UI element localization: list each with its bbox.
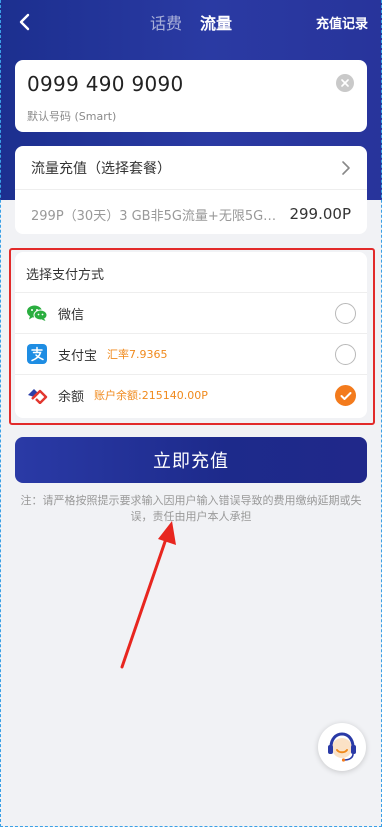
payment-method-title: 选择支付方式 [26, 268, 105, 283]
payment-option-balance[interactable]: 余额 账户余额:215140.00P [15, 374, 367, 415]
checkmark-icon [340, 391, 351, 400]
close-icon [341, 79, 349, 87]
header-bar: 话费 流量 充值记录 [0, 0, 382, 44]
recharge-records-link[interactable]: 充值记录 [316, 13, 368, 32]
radio-button[interactable] [335, 344, 356, 365]
annotation-arrow [120, 521, 176, 669]
payment-option-label: 微信 [58, 307, 85, 323]
account-balance-text: 账户余额:215140.00P [94, 389, 208, 402]
headset-icon [328, 732, 356, 762]
plan-price: 299.00P [289, 205, 351, 223]
phone-number-input[interactable]: 0999 490 9090 [27, 72, 184, 96]
tab-phone-credit[interactable]: 话费 [150, 10, 182, 34]
radio-button-selected[interactable] [335, 385, 356, 406]
payment-method-card: 选择支付方式 微信 支付宝 汇率7.9365 余额 账户余额:215140.00… [15, 252, 367, 418]
phone-number-label: 默认号码 (Smart) [27, 110, 117, 123]
selected-plan[interactable]: 299P（30天）3 GB非5G流量+无限5G… 299.00P [31, 204, 351, 224]
balance-icon [26, 384, 48, 406]
radio-button[interactable] [335, 303, 356, 324]
chevron-right-icon [342, 161, 350, 175]
payment-option-alipay[interactable]: 支付宝 汇率7.9365 [15, 333, 367, 374]
recharge-now-button[interactable]: 立即充值 [15, 437, 367, 483]
plan-card: 流量充值（选择套餐） 299P（30天）3 GB非5G流量+无限5G… 299.… [15, 146, 367, 234]
wechat-icon [26, 302, 48, 324]
disclaimer-notice: 注：请严格按照提示要求输入因用户输入错误导致的费用缴纳延期或失误，责任由用户本人… [20, 494, 362, 523]
payment-option-wechat[interactable]: 微信 [15, 292, 367, 333]
tab-data[interactable]: 流量 [200, 10, 232, 34]
customer-service-button[interactable] [318, 723, 366, 771]
clear-button[interactable] [336, 74, 354, 92]
plan-selector[interactable]: 流量充值（选择套餐） [15, 146, 367, 190]
payment-option-label: 余额 [58, 389, 85, 405]
plan-title: 流量充值（选择套餐） [31, 160, 171, 177]
exchange-rate-text: 汇率7.9365 [107, 348, 168, 361]
alipay-icon [26, 343, 48, 365]
payment-option-label: 支付宝 [58, 348, 98, 364]
frame-border [0, 0, 1, 827]
plan-description: 299P（30天）3 GB非5G流量+无限5G… [31, 208, 277, 224]
phone-number-card: 0999 490 9090 默认号码 (Smart) [15, 60, 367, 132]
